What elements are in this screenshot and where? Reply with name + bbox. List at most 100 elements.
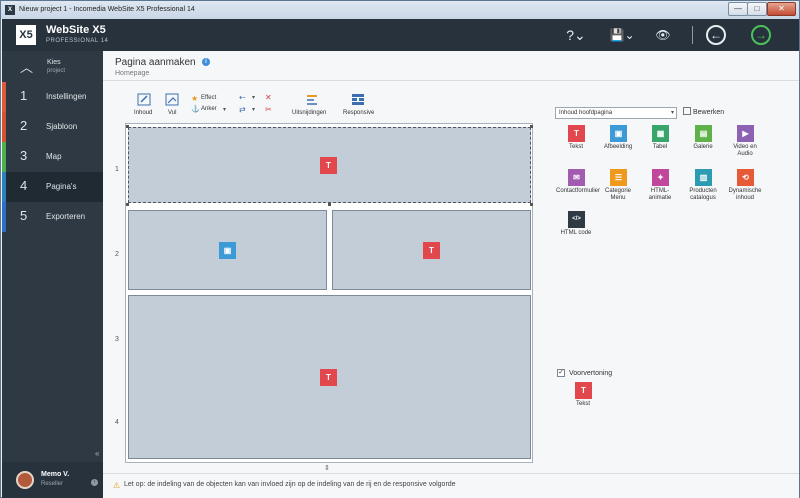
object-contact-form[interactable]: ✉ Contactformulier — [556, 169, 601, 211]
object-html-animation[interactable]: ✦ HTML-animatie — [640, 169, 680, 211]
object-table[interactable]: ▦ Tabel — [640, 125, 680, 167]
header-divider — [692, 26, 693, 44]
object-html-code[interactable]: </> HTML code — [556, 211, 596, 253]
delete-icon[interactable]: ✕ — [265, 93, 272, 102]
swap-icon[interactable]: ⇄ — [239, 105, 246, 114]
effect-button[interactable]: Effect — [201, 95, 216, 101]
title-bar: X Nieuw project 1 - Incomedia WebSite X5… — [1, 1, 799, 19]
cut-icon[interactable]: ✂ — [265, 105, 272, 114]
responsive-button[interactable]: Responsive — [343, 110, 374, 116]
object-dynamic-content[interactable]: ⟲ Dynamische inhoud — [725, 169, 765, 211]
edit-icon — [683, 107, 691, 115]
object-label: Dynamische inhoud — [728, 188, 762, 201]
object-video-audio[interactable]: ▶ Video en Audio — [725, 125, 765, 167]
step-color-stripe — [2, 202, 6, 232]
window-title: Nieuw project 1 - Incomedia WebSite X5 P… — [19, 6, 195, 13]
anchor-icon: ⚓ — [191, 106, 200, 113]
forward-icon[interactable]: → — [751, 25, 771, 45]
home-sublabel: project — [47, 68, 66, 74]
chevron-down-icon[interactable]: ▾ — [252, 106, 255, 113]
grid-cell-text-large[interactable]: T — [128, 295, 531, 459]
page-title: Pagina aanmaken — [115, 57, 196, 68]
main-area: Pagina aanmaken i Homepage Inhoud Vul ★ … — [103, 51, 799, 498]
arrow-left-icon[interactable]: ⇠ — [239, 93, 246, 102]
object-gallery[interactable]: ▤ Galerie — [683, 125, 723, 167]
avatar[interactable] — [16, 471, 34, 489]
object-label: Tekst — [568, 144, 583, 150]
sidebar-item-settings[interactable]: 1 Instellingen — [2, 82, 103, 112]
text-object-icon: T — [568, 125, 585, 142]
video-object-icon: ▶ — [737, 125, 754, 142]
text-object-icon: T — [575, 382, 592, 399]
grid-cell-image[interactable]: ▣ — [128, 210, 327, 290]
collapse-sidebar-icon[interactable]: « — [95, 449, 99, 458]
close-button[interactable]: ✕ — [767, 2, 796, 16]
sidebar-item-home[interactable]: ︿ Kies project — [2, 53, 103, 83]
crop-icon — [307, 95, 317, 105]
preview-checkbox[interactable]: ✓ — [557, 369, 565, 377]
resize-handle[interactable] — [328, 203, 331, 206]
fill-button[interactable]: Vul — [168, 110, 176, 116]
catalog-object-icon: ▥ — [695, 169, 712, 186]
maximize-button[interactable]: □ — [747, 2, 767, 16]
content-dropdown[interactable]: Inhoud hoofdpagina ▾ — [555, 107, 677, 119]
add-row-handle[interactable]: ⇕ — [324, 464, 330, 472]
resize-handle[interactable] — [126, 203, 129, 206]
object-category-menu[interactable]: ☰ Categorie Menu — [598, 169, 638, 211]
chevron-down-icon[interactable]: ▾ — [252, 94, 255, 101]
info-icon[interactable]: i — [202, 58, 210, 66]
user-panel: Memo V. Reseller i — [2, 462, 103, 498]
object-product-catalog[interactable]: ▥ Producten catalogus — [683, 169, 723, 211]
brand-name: WebSite X5 — [46, 24, 106, 36]
chevron-down-icon[interactable]: ▾ — [223, 106, 226, 113]
object-label: Producten catalogus — [689, 188, 717, 201]
divider — [103, 80, 799, 81]
resize-handle[interactable] — [530, 125, 533, 128]
animation-object-icon: ✦ — [652, 169, 669, 186]
app-window: X Nieuw project 1 - Incomedia WebSite X5… — [0, 0, 800, 498]
sidebar: ︿ Kies project 1 Instellingen 2 Sjabloon… — [2, 51, 103, 498]
sidebar-item-pages[interactable]: 4 Pagina's — [2, 172, 103, 202]
responsive-icon — [352, 94, 364, 105]
object-text[interactable]: T Tekst — [556, 125, 596, 167]
text-object-icon: T — [320, 369, 337, 386]
sidebar-item-label: Instellingen — [46, 92, 87, 101]
sidebar-item-export[interactable]: 5 Exporteren — [2, 202, 103, 232]
row-number: 2 — [115, 251, 119, 258]
grid-cell-table[interactable]: T — [332, 210, 531, 290]
help-icon[interactable]: ?⌄ — [562, 25, 590, 45]
preview-icon[interactable]: 👁 — [653, 25, 673, 45]
object-image[interactable]: ▣ Afbeelding — [598, 125, 638, 167]
back-icon[interactable]: ← — [706, 25, 726, 45]
user-role: Reseller — [41, 481, 64, 487]
menu-object-icon: ☰ — [610, 169, 627, 186]
code-object-icon: </> — [568, 211, 585, 228]
brand-edition: PROFESSIONAL 14 — [46, 38, 109, 44]
minimize-button[interactable]: — — [728, 2, 748, 16]
edit-button[interactable]: Bewerken — [683, 107, 724, 116]
grid-cell-text[interactable]: T — [128, 127, 531, 203]
row-number: 1 — [115, 166, 119, 173]
step-number: 4 — [20, 178, 28, 193]
preview-object-text[interactable]: T Tekst — [563, 382, 603, 424]
footer-note: Let op: de indeling van de objecten kan … — [124, 481, 456, 488]
text-object-icon: T — [320, 157, 337, 174]
crop-button[interactable]: Uitsnijdingen — [292, 110, 326, 116]
object-label: Categorie Menu — [604, 188, 631, 201]
anchor-button[interactable]: Anker — [201, 106, 217, 112]
object-label: Contactformulier — [556, 188, 601, 194]
sidebar-item-map[interactable]: 3 Map — [2, 142, 103, 172]
step-number: 2 — [20, 118, 28, 133]
sidebar-item-template[interactable]: 2 Sjabloon — [2, 112, 103, 142]
save-icon[interactable]: 💾⌄ — [608, 25, 636, 45]
row-number: 4 — [115, 419, 119, 426]
footer-bar: ⚠ Let op: de indeling van de objecten ka… — [103, 473, 799, 498]
resize-handle[interactable] — [126, 125, 129, 128]
gallery-object-icon: ▤ — [695, 125, 712, 142]
resize-handle[interactable] — [530, 203, 533, 206]
image-object-icon: ▣ — [610, 125, 627, 142]
step-color-stripe — [2, 82, 6, 112]
mail-object-icon: ✉ — [568, 169, 585, 186]
user-info-icon[interactable]: i — [91, 479, 98, 486]
content-button[interactable]: Inhoud — [134, 110, 152, 116]
